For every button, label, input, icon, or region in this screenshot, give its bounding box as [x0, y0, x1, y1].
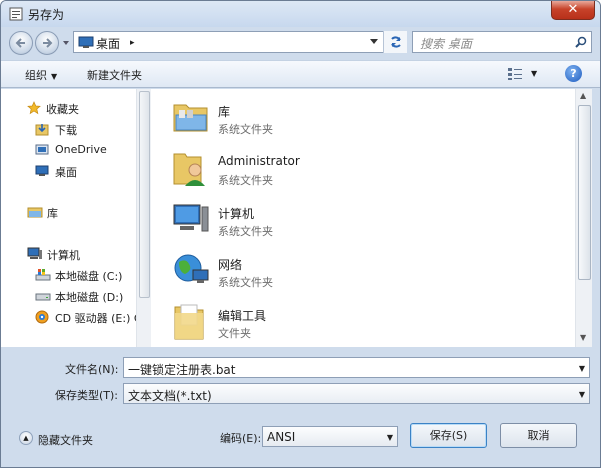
computer-icon — [27, 247, 42, 259]
filename-value: 一键锁定注册表.bat — [128, 363, 236, 377]
new-folder-button[interactable]: 新建文件夹 — [87, 67, 142, 83]
search-input[interactable]: 搜索 桌面 — [412, 31, 592, 53]
desktop-icon — [35, 165, 49, 176]
organize-button[interactable]: 组织 ▼ — [25, 67, 57, 83]
refresh-button[interactable] — [383, 31, 407, 53]
close-icon: ✕ — [567, 2, 579, 17]
star-icon — [27, 101, 41, 115]
network-icon — [174, 254, 209, 283]
file-name: 计算机 — [218, 207, 255, 221]
help-icon[interactable]: ? — [565, 65, 582, 82]
address-bar[interactable]: 桌面 ▸ — [73, 31, 407, 53]
file-list-scrollbar[interactable]: ▲ ▼ — [575, 89, 592, 347]
scroll-up-icon[interactable]: ▲ — [580, 91, 586, 100]
sidebar-item-label: 桌面 — [55, 166, 77, 179]
save-button[interactable]: 保存(S) — [410, 423, 487, 448]
sidebar-item-label: CD 驱动器 (E:) C — [55, 312, 142, 325]
view-dropdown-icon[interactable]: ▼ — [531, 69, 537, 78]
desktop-icon — [78, 36, 94, 48]
file-name: 编辑工具 — [218, 309, 267, 323]
forward-button[interactable] — [35, 31, 59, 55]
toolbar: 组织 ▼ 新建文件夹 ▼ ? — [1, 60, 600, 88]
encoding-select[interactable]: ANSI ▼ — [262, 426, 398, 447]
list-item[interactable]: 网络 系统文件夹 — [171, 248, 551, 298]
drive-windows-icon — [35, 269, 51, 281]
list-item[interactable]: 编辑工具 文件夹 — [171, 299, 551, 349]
folder-icon — [174, 304, 204, 340]
encoding-value: ANSI — [267, 430, 296, 444]
file-name: 网络 — [218, 258, 243, 272]
filetype-value: 文本文档(*.txt) — [128, 389, 212, 403]
file-type: 文件夹 — [218, 327, 251, 340]
recent-pages-dropdown-icon[interactable] — [62, 39, 70, 47]
sidebar-item-label: 本地磁盘 (D:) — [55, 291, 124, 304]
library-icon — [27, 207, 43, 218]
navigation-pane: 收藏夹 下载 OneDrive 桌面 库 计算机 本地磁盘 (C:) 本地磁盘 … — [1, 89, 151, 347]
list-item[interactable]: 计算机 系统文件夹 — [171, 197, 551, 247]
download-folder-icon — [35, 124, 49, 136]
address-dropdown-icon[interactable] — [370, 39, 378, 45]
encoding-label: 编码(E): — [220, 432, 262, 445]
file-name: 库 — [218, 105, 231, 119]
onedrive-icon — [35, 144, 49, 155]
hide-folders-label: 隐藏文件夹 — [38, 434, 93, 447]
file-type: 系统文件夹 — [218, 276, 273, 289]
filetype-select[interactable]: 文本文档(*.txt) ▼ — [123, 383, 590, 404]
breadcrumb-separator-icon[interactable]: ▸ — [130, 38, 135, 48]
arrow-left-icon — [15, 38, 25, 48]
file-type: 系统文件夹 — [218, 225, 273, 238]
search-placeholder: 搜索 桌面 — [420, 37, 472, 51]
sidebar-item-label: 本地磁盘 (C:) — [55, 270, 123, 283]
back-button[interactable] — [9, 31, 33, 55]
sidebar-item-label: OneDrive — [55, 143, 107, 156]
view-options-icon[interactable] — [507, 67, 523, 81]
sidebar-item-label: 计算机 — [47, 249, 80, 262]
library-folder-icon — [173, 104, 208, 132]
chevron-down-icon: ▼ — [51, 72, 58, 81]
list-item[interactable]: 库 系统文件夹 — [171, 95, 551, 145]
scroll-down-icon[interactable]: ▼ — [580, 333, 586, 342]
filename-label: 文件名(N): — [65, 363, 119, 376]
navigation-scrollbar[interactable] — [136, 89, 151, 347]
chevron-up-icon: ▲ — [19, 431, 33, 445]
filetype-label: 保存类型(T): — [55, 389, 119, 402]
close-button[interactable]: ✕ — [551, 1, 595, 20]
title-bar: 另存为 ✕ — [1, 1, 600, 27]
chevron-down-icon[interactable]: ▼ — [579, 364, 585, 373]
organize-label: 组织 — [25, 69, 47, 82]
sidebar-item-label: 收藏夹 — [46, 103, 79, 116]
scrollbar-thumb[interactable] — [139, 91, 150, 298]
list-item[interactable]: Administrator 系统文件夹 — [171, 146, 551, 196]
chevron-down-icon[interactable]: ▼ — [387, 433, 393, 442]
computer-icon — [173, 204, 209, 232]
address-location[interactable]: 桌面 — [96, 35, 120, 52]
file-name: Administrator — [218, 154, 300, 168]
sidebar-item-label: 库 — [47, 207, 58, 220]
file-type: 系统文件夹 — [218, 123, 273, 136]
refresh-icon — [391, 36, 401, 48]
window-title: 另存为 — [28, 8, 65, 22]
scrollbar-thumb[interactable] — [578, 105, 591, 280]
filename-input[interactable]: 一键锁定注册表.bat ▼ — [123, 357, 590, 378]
save-as-dialog: 另存为 ✕ 桌面 ▸ 搜索 桌面 组织 ▼ 新建文件夹 ▼ ? 收藏夹 下载 O… — [0, 0, 601, 468]
drive-icon — [35, 293, 51, 301]
sidebar-item-label: 下载 — [55, 124, 77, 137]
arrow-right-icon — [43, 38, 53, 48]
user-folder-icon — [173, 153, 205, 186]
chevron-down-icon[interactable]: ▼ — [579, 390, 585, 399]
file-type: 系统文件夹 — [218, 174, 273, 187]
cd-drive-icon — [35, 310, 49, 324]
file-list: 库 系统文件夹 Administrator 系统文件夹 计算机 系统文件夹 网络… — [151, 89, 575, 347]
search-icon[interactable] — [575, 36, 587, 48]
save-dialog-icon — [9, 7, 23, 21]
cancel-button[interactable]: 取消 — [500, 423, 577, 448]
